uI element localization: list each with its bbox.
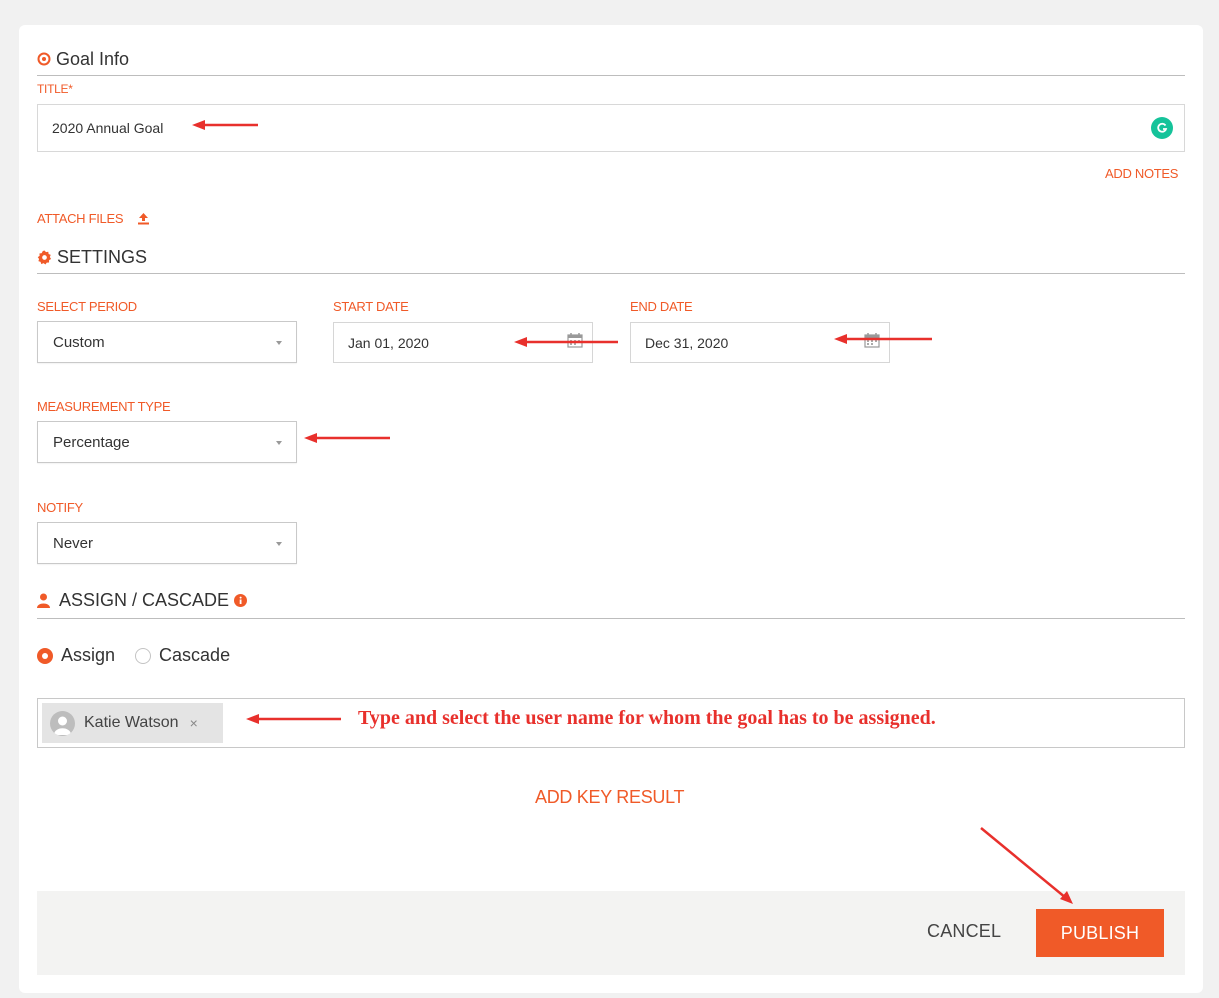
caret-down-icon	[276, 542, 282, 546]
start-date-label: START DATE	[333, 299, 409, 314]
title-label-text: TITLE	[37, 82, 69, 96]
settings-heading: SETTINGS	[37, 241, 1185, 274]
user-icon	[37, 593, 50, 608]
measurement-value: Percentage	[53, 433, 130, 451]
measurement-select[interactable]: Percentage	[37, 421, 297, 463]
assign-cascade-heading: ASSIGN / CASCADE	[37, 583, 1185, 619]
calendar-icon[interactable]	[567, 332, 583, 351]
grammarly-icon[interactable]	[1151, 117, 1173, 139]
assign-annotation: Type and select the user name for whom t…	[358, 707, 936, 729]
title-label: TITLE*	[37, 82, 73, 96]
assignee-chip[interactable]: Katie Watson ×	[42, 703, 223, 743]
cascade-radio-label: Cascade	[159, 645, 231, 665]
notify-value: Never	[53, 534, 94, 552]
end-date-label: END DATE	[630, 299, 693, 314]
select-period-label: SELECT PERIOD	[37, 299, 137, 314]
radio-unchecked-icon	[135, 647, 152, 664]
start-date-input[interactable]: Jan 01, 2020	[333, 322, 593, 363]
info-icon[interactable]	[234, 594, 248, 607]
notify-label: NOTIFY	[37, 500, 83, 515]
period-value: Custom	[53, 333, 105, 351]
caret-down-icon	[276, 441, 282, 445]
assign-radio-label: Assign	[61, 645, 116, 665]
title-input[interactable]: 2020 Annual Goal	[37, 104, 1185, 152]
goal-info-title: Goal Info	[56, 48, 130, 69]
assign-radio[interactable]: Assign	[37, 645, 115, 666]
add-notes-link[interactable]: ADD NOTES	[1105, 166, 1178, 181]
attach-files-label: ATTACH FILES	[37, 211, 124, 226]
add-key-result-link[interactable]: ADD KEY RESULT	[535, 787, 684, 808]
radio-checked-icon	[37, 647, 53, 664]
measurement-type-label: MEASUREMENT TYPE	[37, 399, 171, 414]
gear-icon	[37, 249, 52, 265]
assignee-name: Katie Watson	[84, 714, 179, 731]
form-footer: CANCEL PUBLISH	[37, 891, 1185, 975]
end-date-value: Dec 31, 2020	[645, 334, 729, 351]
remove-icon[interactable]: ×	[190, 715, 198, 731]
end-date-input[interactable]: Dec 31, 2020	[630, 322, 890, 363]
goal-info-heading: Goal Info	[37, 43, 1185, 76]
cancel-button[interactable]: CANCEL	[927, 921, 1001, 942]
assign-cascade-radios: Assign Cascade	[37, 645, 230, 666]
calendar-icon[interactable]	[864, 332, 880, 351]
avatar-icon	[50, 710, 75, 736]
target-icon	[37, 52, 51, 66]
start-date-value: Jan 01, 2020	[348, 334, 429, 351]
upload-icon	[137, 212, 150, 225]
settings-title: SETTINGS	[57, 246, 148, 267]
assign-cascade-title: ASSIGN / CASCADE	[59, 590, 230, 610]
required-mark: *	[68, 82, 73, 96]
caret-down-icon	[276, 341, 282, 345]
cascade-radio[interactable]: Cascade	[135, 645, 230, 666]
title-value: 2020 Annual Goal	[52, 120, 164, 136]
publish-button[interactable]: PUBLISH	[1036, 909, 1164, 957]
period-select[interactable]: Custom	[37, 321, 297, 363]
notify-select[interactable]: Never	[37, 522, 297, 564]
goal-form-card: Goal Info TITLE* 2020 Annual Goal ADD NO…	[19, 25, 1203, 993]
attach-files-link[interactable]: ATTACH FILES	[37, 211, 150, 226]
